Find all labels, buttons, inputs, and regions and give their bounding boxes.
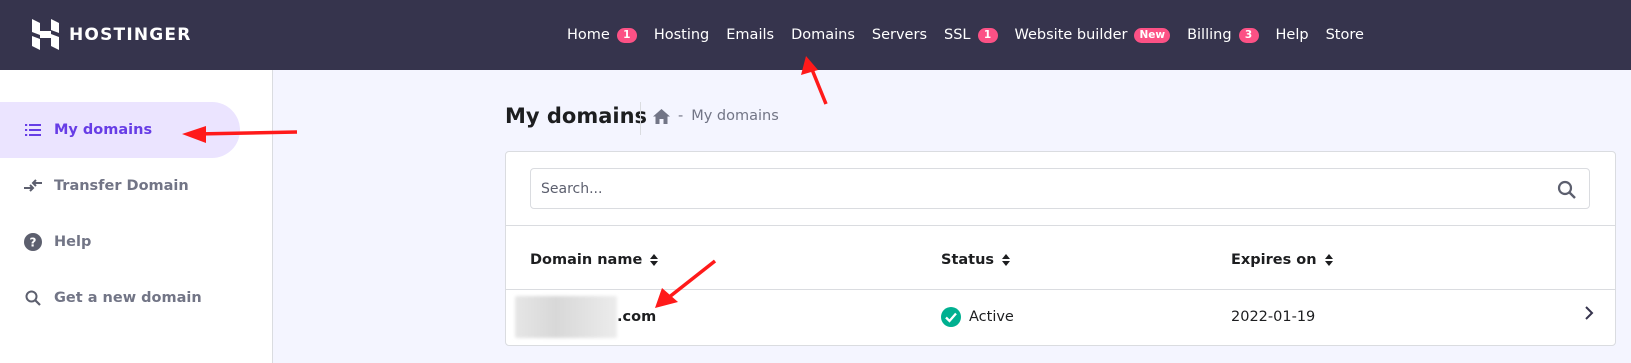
breadcrumb-current: My domains: [691, 108, 779, 124]
column-header-expires-on[interactable]: Expires on: [1231, 252, 1333, 268]
main-nav: Home 1 Hosting Emails Domains Servers SS…: [567, 0, 1381, 70]
column-header-label: Domain name: [530, 252, 643, 268]
title-divider: [640, 102, 641, 135]
search-icon[interactable]: [1557, 180, 1577, 200]
check-circle-icon: [941, 307, 961, 327]
nav-item-emails[interactable]: Emails: [726, 27, 774, 43]
nav-item-label: Domains: [791, 27, 855, 43]
nav-badge-new: New: [1134, 27, 1171, 43]
page-title: My domains: [505, 104, 648, 128]
column-header-label: Expires on: [1231, 252, 1317, 268]
nav-item-hosting[interactable]: Hosting: [654, 27, 709, 43]
nav-item-label: Help: [1275, 27, 1309, 43]
sidebar: My domains Transfer Domain ? Help Get a …: [0, 70, 273, 363]
status-cell: Active: [941, 307, 1014, 327]
table-row-domain[interactable]: .com: [515, 296, 656, 338]
sort-icon: [1002, 254, 1011, 266]
sidebar-item-get-new-domain[interactable]: Get a new domain: [0, 270, 202, 326]
sidebar-item-label: Get a new domain: [54, 290, 202, 306]
expires-cell: 2022-01-19: [1231, 309, 1316, 325]
column-header-label: Status: [941, 252, 995, 268]
chevron-right-icon[interactable]: [1579, 303, 1599, 323]
sidebar-item-help[interactable]: ? Help: [0, 214, 91, 270]
domains-card: Domain name Status Expires on .com Activ…: [505, 151, 1616, 346]
help-circle-icon: ?: [24, 233, 42, 251]
nav-item-label: Store: [1325, 27, 1364, 43]
nav-item-label: Website builder: [1014, 27, 1128, 43]
nav-item-website-builder[interactable]: Website builder New: [1015, 27, 1171, 43]
search-icon: [24, 289, 42, 307]
column-header-status[interactable]: Status: [941, 252, 1011, 268]
search-input[interactable]: [531, 169, 1531, 208]
divider: [506, 225, 1615, 226]
hostinger-logo[interactable]: HOSTINGER: [32, 19, 192, 50]
status-text: Active: [969, 309, 1014, 325]
column-header-domain-name[interactable]: Domain name: [530, 252, 659, 268]
breadcrumb-separator: -: [678, 108, 684, 124]
hostinger-logo-icon: [32, 19, 59, 50]
nav-badge-home: 1: [616, 27, 637, 43]
nav-item-label: Emails: [726, 27, 775, 43]
nav-item-label: Home: [567, 27, 610, 43]
annotation-arrow-domains: [809, 66, 828, 105]
sort-icon: [1324, 254, 1333, 266]
redacted-domain-name: [515, 296, 617, 338]
list-icon: [24, 121, 42, 139]
sidebar-item-label: Help: [54, 234, 92, 250]
nav-item-label: SSL: [944, 27, 971, 43]
sidebar-item-transfer-domain[interactable]: Transfer Domain: [0, 158, 189, 214]
search-box: [530, 168, 1590, 209]
nav-badge-ssl: 1: [977, 27, 998, 43]
nav-item-billing[interactable]: Billing 3: [1187, 27, 1259, 43]
brand-name: HOSTINGER: [69, 24, 192, 45]
nav-item-domains[interactable]: Domains: [791, 27, 855, 43]
transfer-icon: [24, 177, 42, 195]
nav-badge-billing: 3: [1238, 27, 1259, 43]
nav-item-store[interactable]: Store: [1326, 27, 1364, 43]
nav-item-label: Hosting: [653, 27, 710, 43]
sidebar-item-label: Transfer Domain: [54, 178, 189, 194]
top-navigation-bar: HOSTINGER Home 1 Hosting Emails Domains …: [0, 0, 1631, 70]
domain-suffix: .com: [617, 309, 657, 325]
divider: [506, 289, 1615, 290]
nav-item-ssl[interactable]: SSL 1: [944, 27, 998, 43]
nav-item-label: Billing: [1187, 27, 1232, 43]
breadcrumb: - My domains: [653, 108, 779, 124]
svg-text:?: ?: [30, 236, 37, 250]
sort-icon: [650, 254, 659, 266]
nav-item-help[interactable]: Help: [1276, 27, 1309, 43]
sidebar-item-my-domains[interactable]: My domains: [0, 102, 240, 158]
nav-item-home[interactable]: Home 1: [567, 27, 637, 43]
home-icon[interactable]: [653, 108, 670, 124]
sidebar-item-label: My domains: [54, 122, 153, 138]
nav-item-label: Servers: [871, 27, 927, 43]
nav-item-servers[interactable]: Servers: [872, 27, 927, 43]
